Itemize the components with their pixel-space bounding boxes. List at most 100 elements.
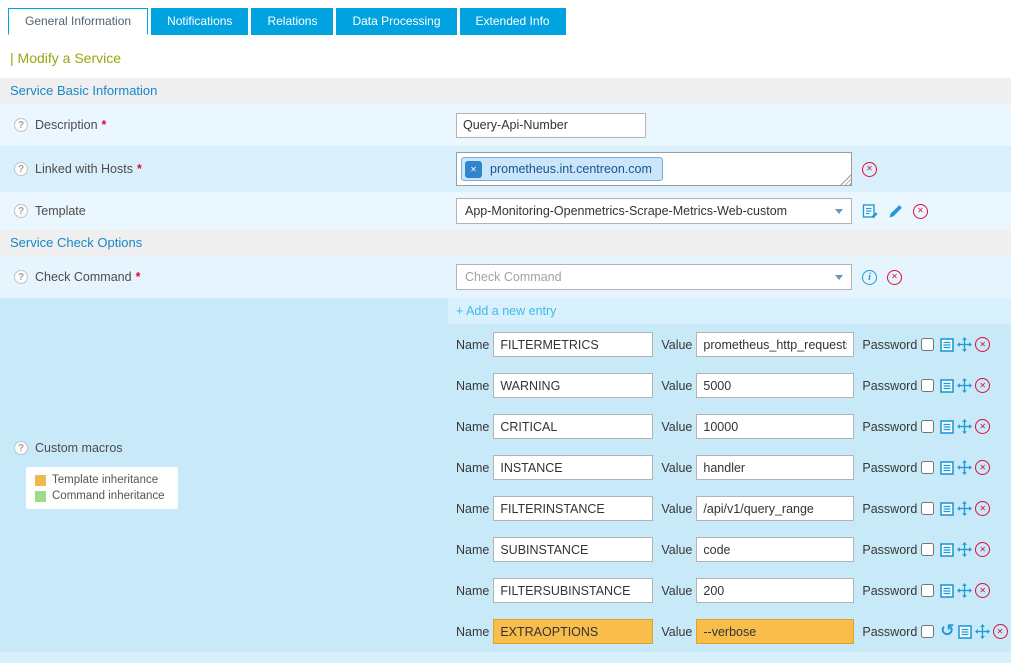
template-select[interactable]: App-Monitoring-Openmetrics-Scrape-Metric… xyxy=(456,198,852,224)
macro-password-checkbox[interactable] xyxy=(921,461,934,474)
macro-name-input[interactable] xyxy=(493,537,653,562)
description-input[interactable] xyxy=(456,113,646,138)
template-label: Template xyxy=(35,204,86,218)
linked-hosts-field-cell: ✕ prometheus.int.centreon.com ✕ xyxy=(448,152,1011,186)
check-command-label: Check Command xyxy=(35,270,132,284)
macro-value-label: Value xyxy=(661,543,692,557)
macro-value-label: Value xyxy=(661,502,692,516)
macro-password-checkbox[interactable] xyxy=(921,625,934,638)
macro-password-checkbox[interactable] xyxy=(921,543,934,556)
macro-name-input[interactable] xyxy=(493,619,653,644)
macro-name-input[interactable] xyxy=(493,455,653,480)
macro-name-label: Name xyxy=(456,625,489,639)
move-icon[interactable] xyxy=(957,583,972,598)
add-macro-link[interactable]: + Add a new entry xyxy=(456,304,556,318)
linked-hosts-label-cell: ? Linked with Hosts * xyxy=(0,162,448,176)
macro-row: Name Value Password xyxy=(448,529,1011,570)
info-icon[interactable]: i xyxy=(862,270,877,285)
help-icon[interactable]: ? xyxy=(14,204,28,218)
macro-value-input[interactable] xyxy=(696,619,854,644)
macro-value-input[interactable] xyxy=(696,332,854,357)
macro-value-label: Value xyxy=(661,420,692,434)
pencil-icon[interactable] xyxy=(888,204,903,219)
list-icon[interactable] xyxy=(940,379,954,393)
macro-value-label: Value xyxy=(661,379,692,393)
macro-value-label: Value xyxy=(661,625,692,639)
delete-macro-icon[interactable]: ✕ xyxy=(975,419,990,434)
macro-password-label: Password xyxy=(862,502,917,516)
help-icon[interactable]: ? xyxy=(14,441,28,455)
remove-tag-icon[interactable]: ✕ xyxy=(465,161,482,178)
macro-rows: Name Value Password xyxy=(448,324,1011,652)
list-icon[interactable] xyxy=(940,584,954,598)
delete-macro-icon[interactable]: ✕ xyxy=(975,542,990,557)
macro-value-input[interactable] xyxy=(696,455,854,480)
tab-extended-info[interactable]: Extended Info xyxy=(460,8,566,35)
tab-notifications[interactable]: Notifications xyxy=(151,8,248,35)
host-tag: ✕ prometheus.int.centreon.com xyxy=(461,157,663,181)
macro-row-icons: ✕ xyxy=(940,378,990,393)
macro-row: Name Value Password xyxy=(448,324,1011,365)
delete-macro-icon[interactable]: ✕ xyxy=(975,378,990,393)
macro-value-input[interactable] xyxy=(696,537,854,562)
list-icon[interactable] xyxy=(940,338,954,352)
help-icon[interactable]: ? xyxy=(14,162,28,176)
description-field-cell xyxy=(448,113,1011,138)
macro-password-label: Password xyxy=(862,338,917,352)
move-icon[interactable] xyxy=(957,501,972,516)
chevron-down-icon xyxy=(835,209,843,214)
delete-macro-icon[interactable]: ✕ xyxy=(975,337,990,352)
clear-check-command-icon[interactable]: ✕ xyxy=(887,270,902,285)
required-marker: * xyxy=(136,270,141,284)
delete-macro-icon[interactable]: ✕ xyxy=(993,624,1008,639)
delete-macro-icon[interactable]: ✕ xyxy=(975,501,990,516)
move-icon[interactable] xyxy=(957,378,972,393)
macro-value-input[interactable] xyxy=(696,373,854,398)
tab-general-information[interactable]: General Information xyxy=(8,8,148,35)
check-command-select[interactable]: Check Command xyxy=(456,264,852,290)
macro-password-label: Password xyxy=(862,625,917,639)
macro-name-input[interactable] xyxy=(493,332,653,357)
list-icon[interactable] xyxy=(940,461,954,475)
macro-name-input[interactable] xyxy=(493,373,653,398)
macro-value-input[interactable] xyxy=(696,496,854,521)
macro-password-checkbox[interactable] xyxy=(921,379,934,392)
macro-password-checkbox[interactable] xyxy=(921,420,934,433)
list-icon[interactable] xyxy=(958,625,972,639)
resize-handle[interactable] xyxy=(840,174,851,185)
undo-icon[interactable]: ↺ xyxy=(940,625,954,638)
macro-name-input[interactable] xyxy=(493,496,653,521)
move-icon[interactable] xyxy=(957,337,972,352)
macro-password-checkbox[interactable] xyxy=(921,584,934,597)
move-icon[interactable] xyxy=(957,419,972,434)
macro-row: Name Value Password xyxy=(448,365,1011,406)
legend-label: Template inheritance xyxy=(52,474,158,486)
linked-hosts-input[interactable]: ✕ prometheus.int.centreon.com xyxy=(456,152,852,186)
list-icon[interactable] xyxy=(940,502,954,516)
macro-password-checkbox[interactable] xyxy=(921,338,934,351)
macro-password-checkbox[interactable] xyxy=(921,502,934,515)
move-icon[interactable] xyxy=(957,460,972,475)
move-icon[interactable] xyxy=(957,542,972,557)
list-icon[interactable] xyxy=(940,543,954,557)
macro-value-input[interactable] xyxy=(696,578,854,603)
macro-value-input[interactable] xyxy=(696,414,854,439)
tab-relations[interactable]: Relations xyxy=(251,8,333,35)
help-icon[interactable]: ? xyxy=(14,270,28,284)
clear-hosts-icon[interactable]: ✕ xyxy=(862,162,877,177)
row-linked-hosts: ? Linked with Hosts * ✕ prometheus.int.c… xyxy=(0,146,1011,192)
delete-macro-icon[interactable]: ✕ xyxy=(975,583,990,598)
clear-template-icon[interactable]: ✕ xyxy=(913,204,928,219)
delete-macro-icon[interactable]: ✕ xyxy=(975,460,990,475)
list-icon[interactable] xyxy=(940,420,954,434)
check-command-placeholder: Check Command xyxy=(465,270,562,284)
tab-data-processing[interactable]: Data Processing xyxy=(336,8,456,35)
macro-row-icons: ✕ xyxy=(940,419,990,434)
macro-row-icons: ✕ xyxy=(940,337,990,352)
move-icon[interactable] xyxy=(975,624,990,639)
macro-name-input[interactable] xyxy=(493,414,653,439)
macro-row: Name Value Password xyxy=(448,406,1011,447)
macro-name-input[interactable] xyxy=(493,578,653,603)
help-icon[interactable]: ? xyxy=(14,118,28,132)
edit-list-icon[interactable] xyxy=(862,203,878,219)
